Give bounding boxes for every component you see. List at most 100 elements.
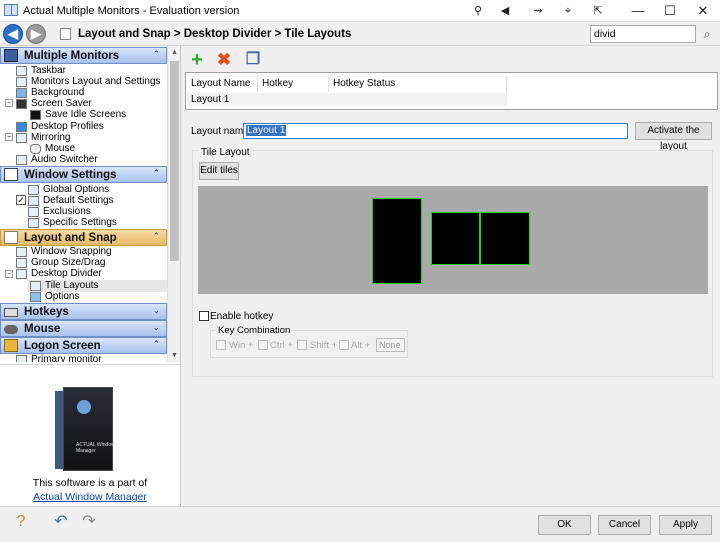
column-header[interactable]: Hotkey xyxy=(258,76,329,92)
scrollbar-thumb[interactable] xyxy=(170,61,179,261)
arrow-left-icon: ◀ xyxy=(8,26,18,41)
ctrl-checkbox[interactable] xyxy=(258,340,268,350)
group-label: Logon Screen xyxy=(24,340,101,352)
breadcrumb: Layout and Snap > Desktop Divider > Tile… xyxy=(78,28,352,40)
screen-icon xyxy=(30,110,41,120)
ok-button[interactable]: OK xyxy=(538,515,591,535)
delete-layout-icon[interactable]: ✖ xyxy=(214,50,234,70)
monitors-icon xyxy=(4,49,18,62)
forward-button[interactable]: ▶ xyxy=(26,24,46,44)
maximize-button[interactable]: ☐ xyxy=(653,0,687,22)
product-box-image: ACTUAL Window Manager xyxy=(55,387,117,471)
promo-text: This software is a part of xyxy=(32,477,148,489)
table-cell: Layout 1 xyxy=(191,94,230,105)
global-options-icon xyxy=(28,185,39,195)
activate-layout-button[interactable]: Activate the layout xyxy=(635,122,712,152)
taskbar-icon xyxy=(16,66,27,76)
monitor-icon xyxy=(16,77,27,87)
apply-button[interactable]: Apply xyxy=(659,515,712,535)
chevron-down-icon[interactable]: ⌄ xyxy=(152,322,160,333)
scroll-down-icon[interactable]: ▼ xyxy=(168,349,181,362)
title-bar: Actual Multiple Monitors - Evaluation ve… xyxy=(0,0,720,22)
group-label: Layout and Snap xyxy=(24,232,117,244)
tile-layouts-icon xyxy=(30,281,41,291)
undo-icon[interactable]: ↶ xyxy=(50,512,72,532)
app-icon xyxy=(4,4,18,16)
key-combination-legend: Key Combination xyxy=(216,325,293,336)
settings-tree: Multiple Monitors ⌃ Taskbar Monitors Lay… xyxy=(0,46,167,362)
tile[interactable] xyxy=(431,212,480,265)
search-input[interactable] xyxy=(590,25,696,43)
tile[interactable] xyxy=(480,212,530,265)
specific-settings-icon xyxy=(28,218,39,228)
snapping-icon xyxy=(16,247,27,257)
key-icon xyxy=(4,339,18,352)
table-row[interactable]: Layout 1 xyxy=(187,93,507,106)
ctrl-label: Ctrl + xyxy=(270,340,293,351)
navigation-bar: ◀ ▶ Layout and Snap > Desktop Divider > … xyxy=(0,22,720,46)
hotkey-key-field[interactable]: None xyxy=(376,338,405,352)
group-label: Window Settings xyxy=(24,169,117,181)
tile-preview xyxy=(198,186,708,294)
layout-name-input[interactable]: Layout 1 xyxy=(243,123,628,139)
back-button[interactable]: ◀ xyxy=(3,24,23,44)
group-label: Hotkeys xyxy=(24,306,69,318)
copy-layout-icon[interactable]: ❐ xyxy=(243,50,263,70)
chevron-up-icon[interactable]: ⌃ xyxy=(152,339,160,350)
shift-checkbox[interactable] xyxy=(297,340,307,350)
redo-icon[interactable]: ↷ xyxy=(78,512,100,532)
collapse-toggle[interactable]: − xyxy=(5,99,13,107)
exclusions-icon xyxy=(28,207,39,217)
group-layout-and-snap[interactable]: Layout and Snap ⌃ xyxy=(0,229,167,246)
column-header[interactable]: Hotkey Status xyxy=(329,76,507,92)
column-header[interactable]: Layout Name xyxy=(187,76,258,92)
collapse-toggle[interactable]: − xyxy=(5,133,13,141)
edit-tiles-button[interactable]: Edit tiles xyxy=(199,162,239,180)
product-logo-icon xyxy=(77,400,91,414)
win-checkbox[interactable] xyxy=(216,340,226,350)
window-move-icon[interactable]: ⇱ xyxy=(590,3,606,19)
tile[interactable] xyxy=(372,198,422,284)
shift-label: Shift + xyxy=(310,340,338,351)
sidebar-scrollbar[interactable]: ▲ ▼ xyxy=(167,46,180,362)
alt-label: Alt + xyxy=(351,340,371,351)
group-window-settings[interactable]: Window Settings ⌃ xyxy=(0,166,167,183)
arrow-right-icon: ▶ xyxy=(31,26,41,41)
mirroring-icon xyxy=(16,133,27,143)
settings-icon xyxy=(28,196,39,206)
collapse-toggle[interactable]: − xyxy=(5,270,13,278)
promo-link[interactable]: Actual Window Manager xyxy=(0,491,180,503)
group-mouse[interactable]: Mouse ⌄ xyxy=(0,320,167,337)
tile-layout-legend: Tile Layout xyxy=(199,147,252,158)
target-icon[interactable]: ⌖ xyxy=(560,3,576,19)
snap-icon[interactable]: ⇝ xyxy=(530,3,546,19)
chevron-up-icon[interactable]: ⌃ xyxy=(152,231,160,242)
volume-icon[interactable]: ◀ xyxy=(497,3,513,19)
desktop-divider-icon xyxy=(16,269,27,279)
chevron-up-icon[interactable]: ⌃ xyxy=(152,168,160,179)
close-button[interactable]: ✕ xyxy=(686,0,720,22)
pin-icon[interactable]: ⚲ xyxy=(470,3,486,19)
chevron-up-icon[interactable]: ⌃ xyxy=(152,49,160,60)
mouse-icon xyxy=(4,325,18,334)
screen-saver-icon xyxy=(16,99,27,109)
minimize-button[interactable]: — xyxy=(621,0,655,22)
chevron-down-icon[interactable]: ⌄ xyxy=(152,305,160,316)
layouts-table: Layout Name Hotkey Hotkey Status Layout … xyxy=(185,72,718,110)
keyboard-icon xyxy=(4,308,18,317)
add-layout-icon[interactable]: + xyxy=(187,50,207,70)
group-logon-screen[interactable]: Logon Screen ⌃ xyxy=(0,337,167,354)
group-hotkeys[interactable]: Hotkeys ⌄ xyxy=(0,303,167,320)
search-icon[interactable]: ⌕ xyxy=(698,25,716,43)
help-icon[interactable]: ? xyxy=(10,512,32,532)
alt-checkbox[interactable] xyxy=(339,340,349,350)
group-label: Multiple Monitors xyxy=(24,50,120,62)
monitor-icon xyxy=(16,355,27,362)
mouse-icon xyxy=(30,144,41,154)
desktop-profiles-icon xyxy=(16,122,27,132)
scroll-up-icon[interactable]: ▲ xyxy=(168,46,181,59)
default-settings-checkbox[interactable]: ✓ xyxy=(16,195,26,205)
cancel-button[interactable]: Cancel xyxy=(598,515,651,535)
group-multiple-monitors[interactable]: Multiple Monitors ⌃ xyxy=(0,47,167,64)
enable-hotkey-checkbox[interactable] xyxy=(199,311,209,321)
